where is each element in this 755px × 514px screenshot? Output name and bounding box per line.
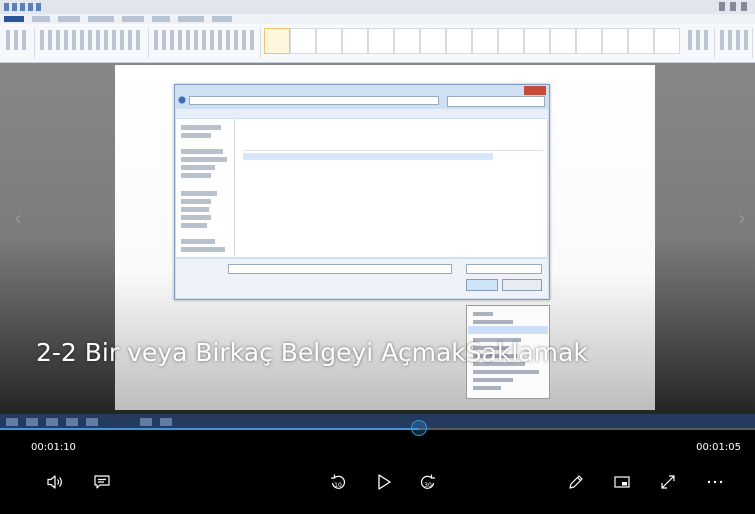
video-dialog-cancel-button bbox=[502, 279, 542, 291]
video-dialog-search-box bbox=[447, 96, 545, 107]
captions-button[interactable] bbox=[87, 469, 117, 495]
video-dialog-open-button bbox=[466, 279, 498, 291]
video-dialog-file-list bbox=[235, 119, 547, 257]
video-style-swatch bbox=[316, 28, 342, 54]
edit-button[interactable] bbox=[561, 469, 591, 495]
video-ribbon-tab bbox=[4, 16, 24, 22]
video-ribbon-group bbox=[716, 28, 753, 58]
total-time: 00:01:05 bbox=[696, 442, 741, 453]
play-button[interactable] bbox=[369, 469, 399, 495]
video-dialog-toolbar bbox=[176, 109, 548, 118]
video-style-swatch bbox=[524, 28, 550, 54]
volume-icon bbox=[47, 475, 62, 489]
svg-text:10: 10 bbox=[334, 482, 342, 489]
video-style-swatch bbox=[446, 28, 472, 54]
skip-back-10-icon: 10 bbox=[331, 474, 346, 489]
video-ribbon-tab bbox=[88, 16, 114, 22]
video-window-controls bbox=[719, 2, 749, 11]
captions-icon bbox=[94, 475, 110, 489]
video-style-swatch bbox=[290, 28, 316, 54]
video-ribbon-tab bbox=[32, 16, 50, 22]
video-quick-access-toolbar bbox=[4, 3, 42, 11]
more-icon bbox=[707, 480, 723, 484]
fullscreen-button[interactable] bbox=[653, 469, 683, 495]
seek-progress bbox=[0, 428, 420, 430]
video-ribbon-tab bbox=[178, 16, 204, 22]
video-ribbon-group bbox=[2, 28, 35, 58]
video-style-swatch bbox=[576, 28, 602, 54]
video-dialog-footer bbox=[176, 259, 548, 298]
video-ribbon-tab bbox=[122, 16, 144, 22]
pen-icon bbox=[569, 475, 583, 489]
video-open-dialog bbox=[174, 84, 550, 300]
volume-button[interactable] bbox=[40, 469, 70, 495]
video-style-swatch bbox=[602, 28, 628, 54]
video-caption: 2-2 Bir veya Birkaç Belgeyi AçmakSaklama… bbox=[36, 338, 588, 367]
video-ribbon-tab bbox=[152, 16, 170, 22]
svg-text:30: 30 bbox=[424, 482, 432, 489]
video-style-swatch bbox=[368, 28, 394, 54]
video-ribbon-body bbox=[0, 24, 755, 63]
video-style-swatch bbox=[264, 28, 290, 54]
fullscreen-icon bbox=[661, 475, 675, 489]
video-style-swatch bbox=[342, 28, 368, 54]
video-dialog-close-icon bbox=[524, 86, 546, 95]
seek-thumb[interactable] bbox=[411, 420, 428, 436]
video-frame[interactable]: ‹ › 2-2 Bir veya Birkaç Belgeyi AçmakSak… bbox=[0, 0, 755, 430]
video-ribbon-group bbox=[684, 28, 715, 58]
skip-forward-30-icon: 30 bbox=[420, 474, 435, 489]
video-dialog-file-row bbox=[243, 153, 493, 160]
video-style-swatch bbox=[394, 28, 420, 54]
current-time: 00:01:10 bbox=[31, 442, 76, 453]
video-style-swatch bbox=[628, 28, 654, 54]
video-dialog-column-headers bbox=[243, 144, 543, 151]
video-dialog-filename-field bbox=[228, 264, 452, 274]
video-ribbon-tab bbox=[58, 16, 80, 22]
play-icon bbox=[378, 474, 391, 490]
video-style-swatch bbox=[654, 28, 680, 54]
video-ribbon-group bbox=[36, 28, 149, 58]
video-style-swatch bbox=[550, 28, 576, 54]
video-next-page-chevron-icon: › bbox=[738, 206, 746, 230]
video-style-swatch bbox=[472, 28, 498, 54]
video-prev-page-chevron-icon: ‹ bbox=[14, 206, 22, 230]
video-ribbon-titlebar bbox=[0, 0, 755, 14]
seek-bar[interactable] bbox=[0, 420, 755, 436]
skip-back-button[interactable]: 10 bbox=[323, 469, 353, 495]
video-ribbon-tab bbox=[212, 16, 232, 22]
video-dialog-nav-pane bbox=[176, 119, 235, 257]
video-style-swatch bbox=[498, 28, 524, 54]
skip-forward-button[interactable]: 30 bbox=[413, 469, 443, 495]
mini-view-button[interactable] bbox=[607, 469, 637, 495]
mini-view-icon bbox=[614, 476, 630, 488]
video-ribbon-tabs bbox=[0, 14, 755, 24]
video-style-swatch bbox=[420, 28, 446, 54]
more-options-button[interactable] bbox=[700, 469, 730, 495]
video-dialog-filetype-select bbox=[466, 264, 542, 274]
video-ribbon-group bbox=[150, 28, 261, 58]
video-dialog-address-bar bbox=[189, 96, 439, 105]
